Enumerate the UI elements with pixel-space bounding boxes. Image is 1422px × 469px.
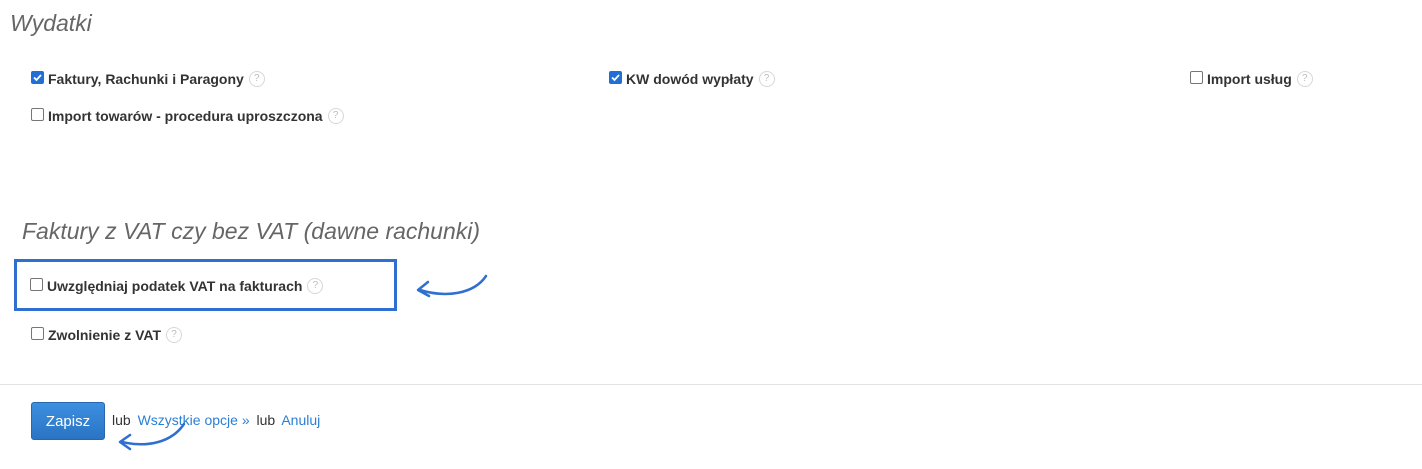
option-import-goods[interactable]: Import towarów - procedura uproszczona ? [31,106,344,126]
section-title-expenses: Wydatki [10,10,92,36]
option-label: Import usług [1207,71,1292,87]
help-icon[interactable]: ? [758,71,775,87]
curved-arrow-icon [416,274,488,298]
checkbox-invoices-receipts[interactable] [31,70,44,84]
help-icon[interactable]: ? [166,327,183,343]
checkbox-include-vat[interactable] [30,277,43,291]
settings-page: Wydatki Faktury, Rachunki i Paragony ? K… [0,0,1422,469]
option-invoices-receipts[interactable]: Faktury, Rachunki i Paragony ? [31,69,265,89]
option-kw-payout[interactable]: KW dowód wypłaty ? [609,69,775,89]
or-text: lub [256,412,276,428]
help-icon[interactable]: ? [327,108,344,124]
help-icon[interactable]: ? [307,278,324,294]
checkbox-import-services[interactable] [1190,70,1203,84]
footer-divider [0,384,1422,385]
option-vat-exempt[interactable]: Zwolnienie z VAT ? [31,325,183,345]
section-title-vat: Faktury z VAT czy bez VAT (dawne rachunk… [22,218,481,244]
option-include-vat[interactable]: Uwzględniaj podatek VAT na fakturach ? [30,276,324,296]
option-import-services[interactable]: Import usług ? [1190,69,1313,89]
option-label: KW dowód wypłaty [626,71,754,87]
checkbox-import-goods[interactable] [31,107,44,121]
option-label: Faktury, Rachunki i Paragony [48,71,244,87]
help-icon[interactable]: ? [1296,71,1313,87]
option-label: Zwolnienie z VAT [48,327,162,343]
curved-arrow-icon [118,422,186,451]
save-button[interactable]: Zapisz [31,402,105,440]
checkbox-kw-payout[interactable] [609,70,622,84]
option-label: Uwzględniaj podatek VAT na fakturach [47,278,303,294]
help-icon[interactable]: ? [248,71,265,87]
cancel-link[interactable]: Anuluj [281,412,320,428]
checkbox-vat-exempt[interactable] [31,326,44,340]
option-label: Import towarów - procedura uproszczona [48,108,323,124]
